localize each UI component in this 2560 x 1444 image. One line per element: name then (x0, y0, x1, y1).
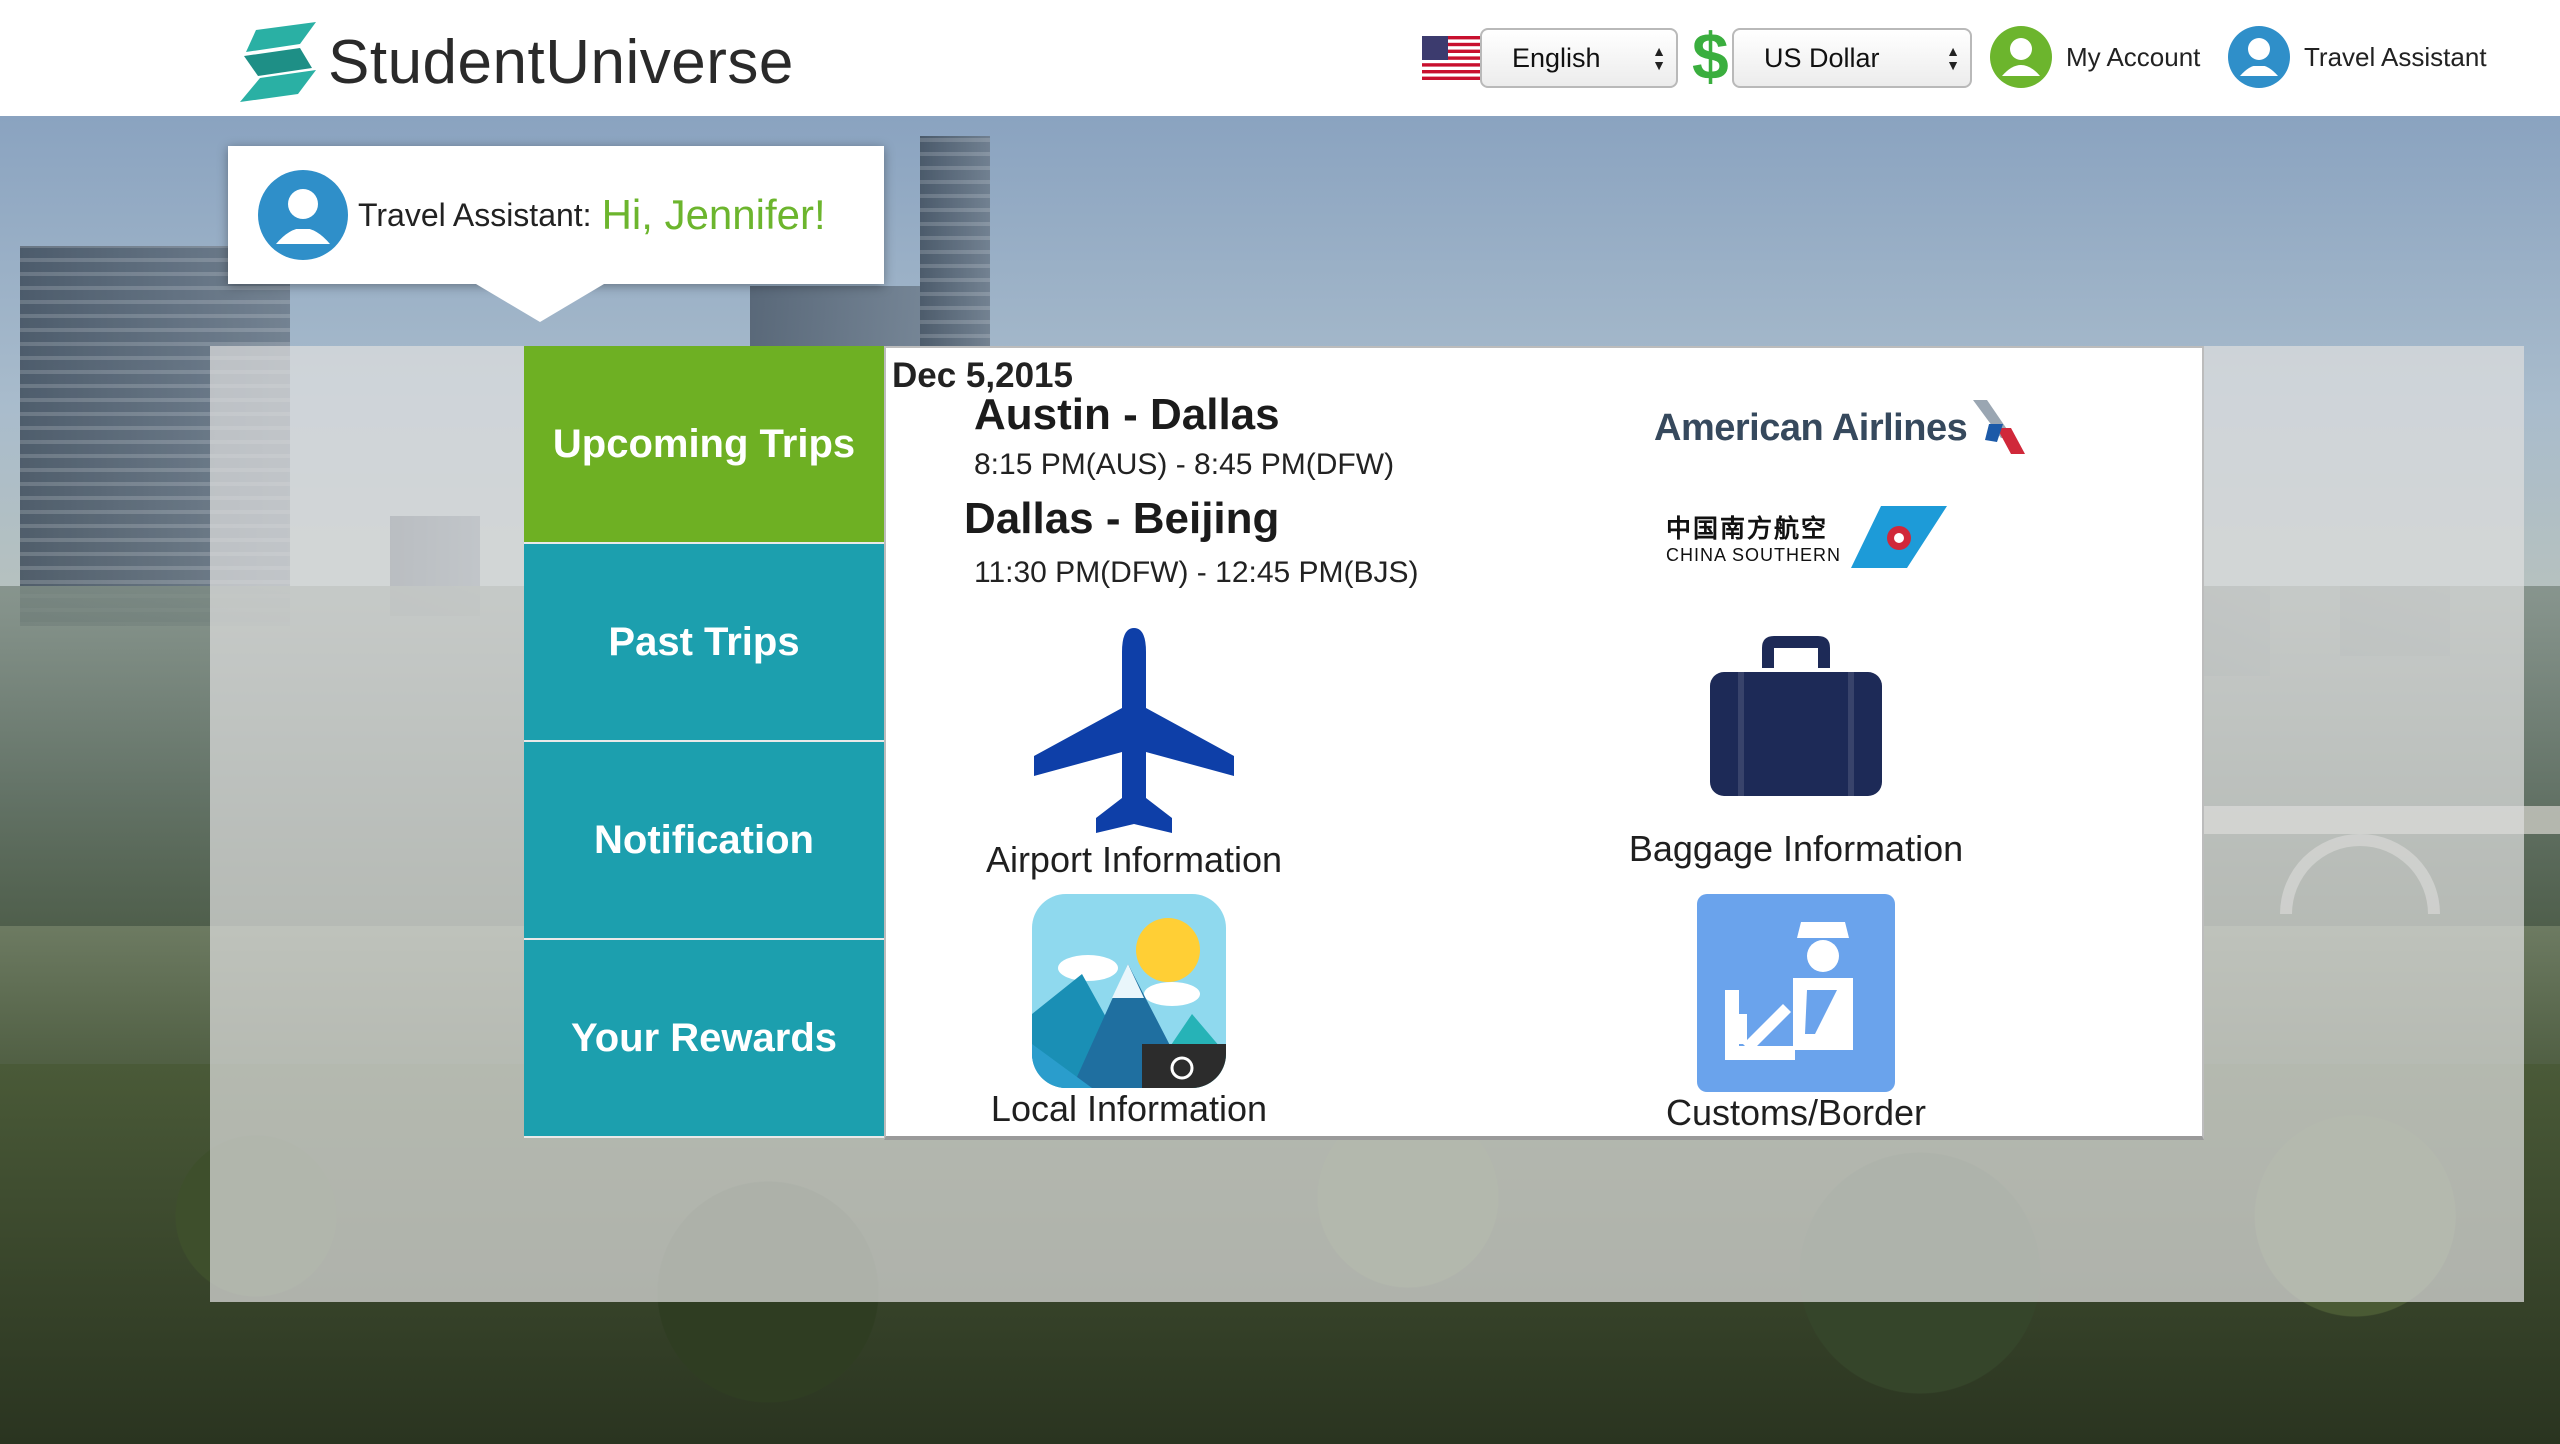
brand-logo[interactable]: StudentUniverse (238, 22, 794, 102)
tab-past-trips[interactable]: Past Trips (524, 544, 884, 742)
travel-assistant-label: Travel Assistant (2304, 41, 2487, 72)
customs-border-tile[interactable]: Customs/Border (1626, 894, 1966, 1134)
leg-2-time: 11:30 PM(DFW) - 12:45 PM(BJS) (974, 556, 1419, 589)
trip-tabs: Upcoming Trips Past Trips Notification Y… (524, 346, 884, 1140)
us-flag-icon (1422, 36, 1480, 80)
kapok-tail-icon (1851, 506, 1948, 568)
customs-officer-icon (1697, 894, 1895, 1092)
local-info-tile[interactable]: Local Information (964, 894, 1294, 1130)
china-southern-en-name: CHINA SOUTHERN (1666, 544, 1842, 565)
baggage-info-label: Baggage Information (1628, 828, 1964, 869)
tab-upcoming-trips[interactable]: Upcoming Trips (524, 346, 884, 544)
baggage-info-tile[interactable]: Baggage Information (1626, 636, 1966, 870)
greeting-message: Hi, Jennifer! (601, 191, 826, 238)
customs-border-label: Customs/Border (1665, 1092, 1927, 1133)
leg-1-route: Austin - Dallas (974, 390, 1280, 439)
tab-notification[interactable]: Notification (524, 742, 884, 940)
american-airlines-name: American Airlines (1654, 406, 1968, 449)
airplane-icon (1034, 628, 1234, 833)
top-header: StudentUniverse English ▲ ▼ $ US Dollar ▲… (0, 0, 2560, 116)
assistant-avatar-icon (258, 170, 348, 260)
tab-your-rewards[interactable]: Your Rewards (524, 940, 884, 1138)
assistant-icon (2228, 26, 2290, 88)
my-account-link[interactable]: My Account (1990, 26, 2200, 88)
currency-value: US Dollar (1764, 42, 1880, 73)
suitcase-icon (1710, 636, 1882, 796)
language-value: English (1512, 42, 1601, 73)
american-airlines-logo: American Airlines (1654, 398, 2037, 458)
leg-2-route: Dallas - Beijing (964, 494, 1280, 543)
dollar-icon: $ (1692, 19, 1729, 93)
select-arrows-icon: ▲ ▼ (1946, 43, 1960, 73)
select-arrows-icon: ▲ ▼ (1652, 43, 1666, 73)
assistant-greeting: Travel Assistant: Hi, Jennifer! (228, 146, 884, 284)
brand-name: StudentUniverse (328, 27, 794, 97)
upcoming-trip-card: Dec 5,2015 Austin - Dallas 8:15 PM(AUS) … (884, 346, 2204, 1140)
airport-info-label: Airport Information (985, 839, 1283, 880)
weather-landscape-icon (1032, 894, 1226, 1088)
local-info-label: Local Information (990, 1088, 1268, 1129)
travel-assistant-link[interactable]: Travel Assistant (2228, 26, 2487, 88)
china-southern-logo: 中国南方航空 CHINA SOUTHERN (1666, 504, 1948, 570)
leg-1-time: 8:15 PM(AUS) - 8:45 PM(DFW) (974, 448, 1395, 481)
language-select[interactable]: English ▲ ▼ (1480, 28, 1678, 88)
my-account-label: My Account (2066, 41, 2201, 72)
user-icon (1990, 26, 2052, 88)
china-southern-cn-name: 中国南方航空 (1666, 514, 1829, 543)
airport-info-tile[interactable]: Airport Information (984, 628, 1284, 881)
currency-select[interactable]: US Dollar ▲ ▼ (1732, 28, 1972, 88)
greeting-label: Travel Assistant: (358, 196, 592, 233)
brand-mark-icon (238, 22, 318, 102)
greeting-tail (476, 284, 604, 322)
aa-eagle-icon (1973, 400, 2026, 454)
